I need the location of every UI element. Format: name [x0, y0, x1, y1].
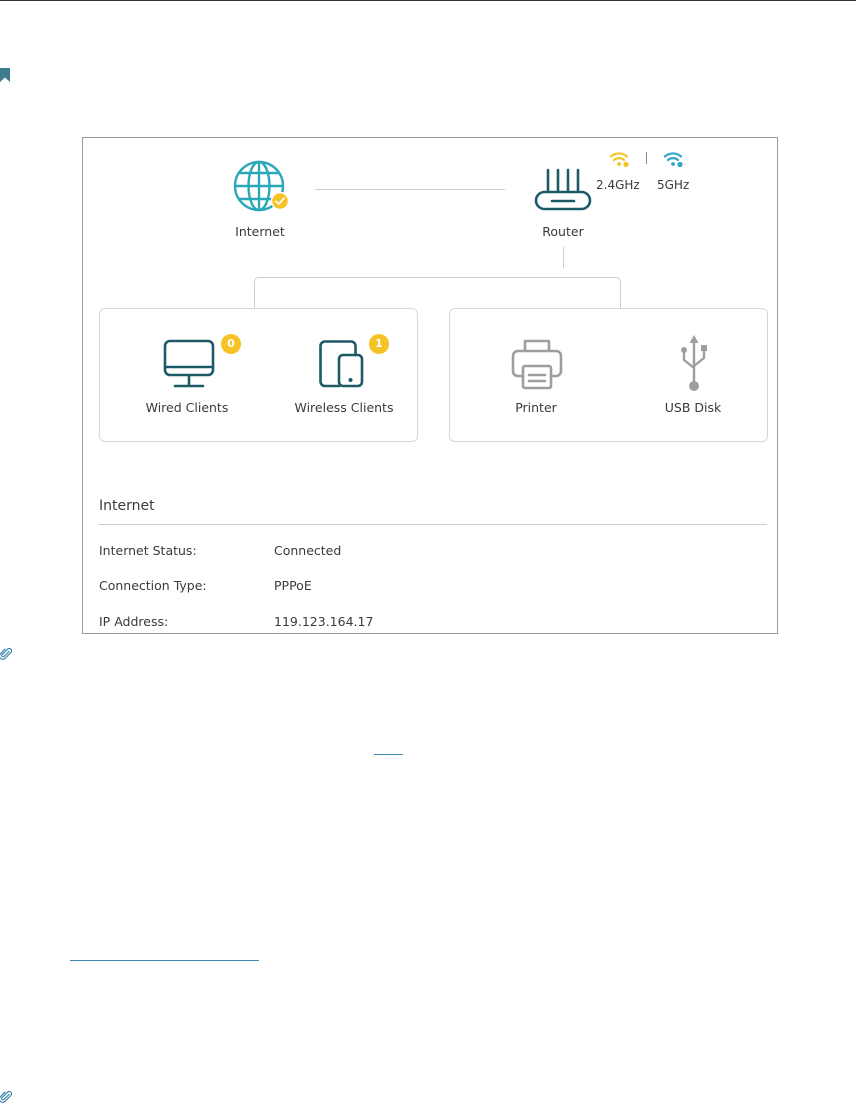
paperclip-icon	[0, 648, 12, 660]
internet-node[interactable]	[233, 160, 289, 214]
router-icon[interactable]	[532, 166, 594, 214]
wifi-icon[interactable]	[663, 150, 685, 168]
hyperlink-underline[interactable]	[70, 960, 259, 961]
router-drop-line	[563, 247, 564, 268]
check-badge-icon	[271, 192, 289, 210]
internet-section-title: Internet	[99, 498, 155, 514]
band-2-4ghz-label: 2.4GHz	[596, 178, 640, 192]
usb-icon[interactable]	[677, 334, 711, 394]
printer-icon[interactable]	[509, 338, 565, 392]
internet-status-label: Internet Status:	[99, 543, 197, 558]
tree-connector	[254, 277, 621, 309]
wifi-icon[interactable]	[609, 150, 631, 168]
monitor-icon[interactable]	[161, 338, 217, 390]
internet-router-link	[315, 189, 505, 190]
devices-panel	[449, 308, 768, 442]
hyperlink-underline[interactable]	[374, 754, 403, 755]
band-divider	[646, 152, 647, 164]
wireless-clients-count-badge: 1	[369, 334, 389, 354]
ip-address-label: IP Address:	[99, 614, 169, 629]
network-map-screenshot: Internet Router 2.4GHz 5GHz 0 Wired Clie…	[82, 137, 778, 634]
paperclip-icon	[0, 1091, 12, 1103]
ip-address-value: 119.123.164.17	[274, 614, 374, 629]
internet-status-value: Connected	[274, 543, 342, 558]
router-node-label: Router	[542, 224, 584, 239]
bookmark-icon	[0, 68, 10, 82]
connection-type-value: PPPoE	[274, 578, 312, 593]
internet-node-label: Internet	[235, 224, 285, 239]
connection-type-label: Connection Type:	[99, 578, 207, 593]
section-divider	[99, 524, 767, 525]
band-5ghz-label: 5GHz	[657, 178, 690, 192]
wireless-clients-label: Wireless Clients	[294, 400, 394, 415]
wired-clients-label: Wired Clients	[145, 400, 229, 415]
page-top-rule	[0, 0, 856, 1]
printer-label: Printer	[515, 400, 557, 415]
usb-disk-label: USB Disk	[664, 400, 722, 415]
wired-clients-count-badge: 0	[221, 334, 241, 354]
tablet-phone-icon[interactable]	[317, 338, 371, 390]
